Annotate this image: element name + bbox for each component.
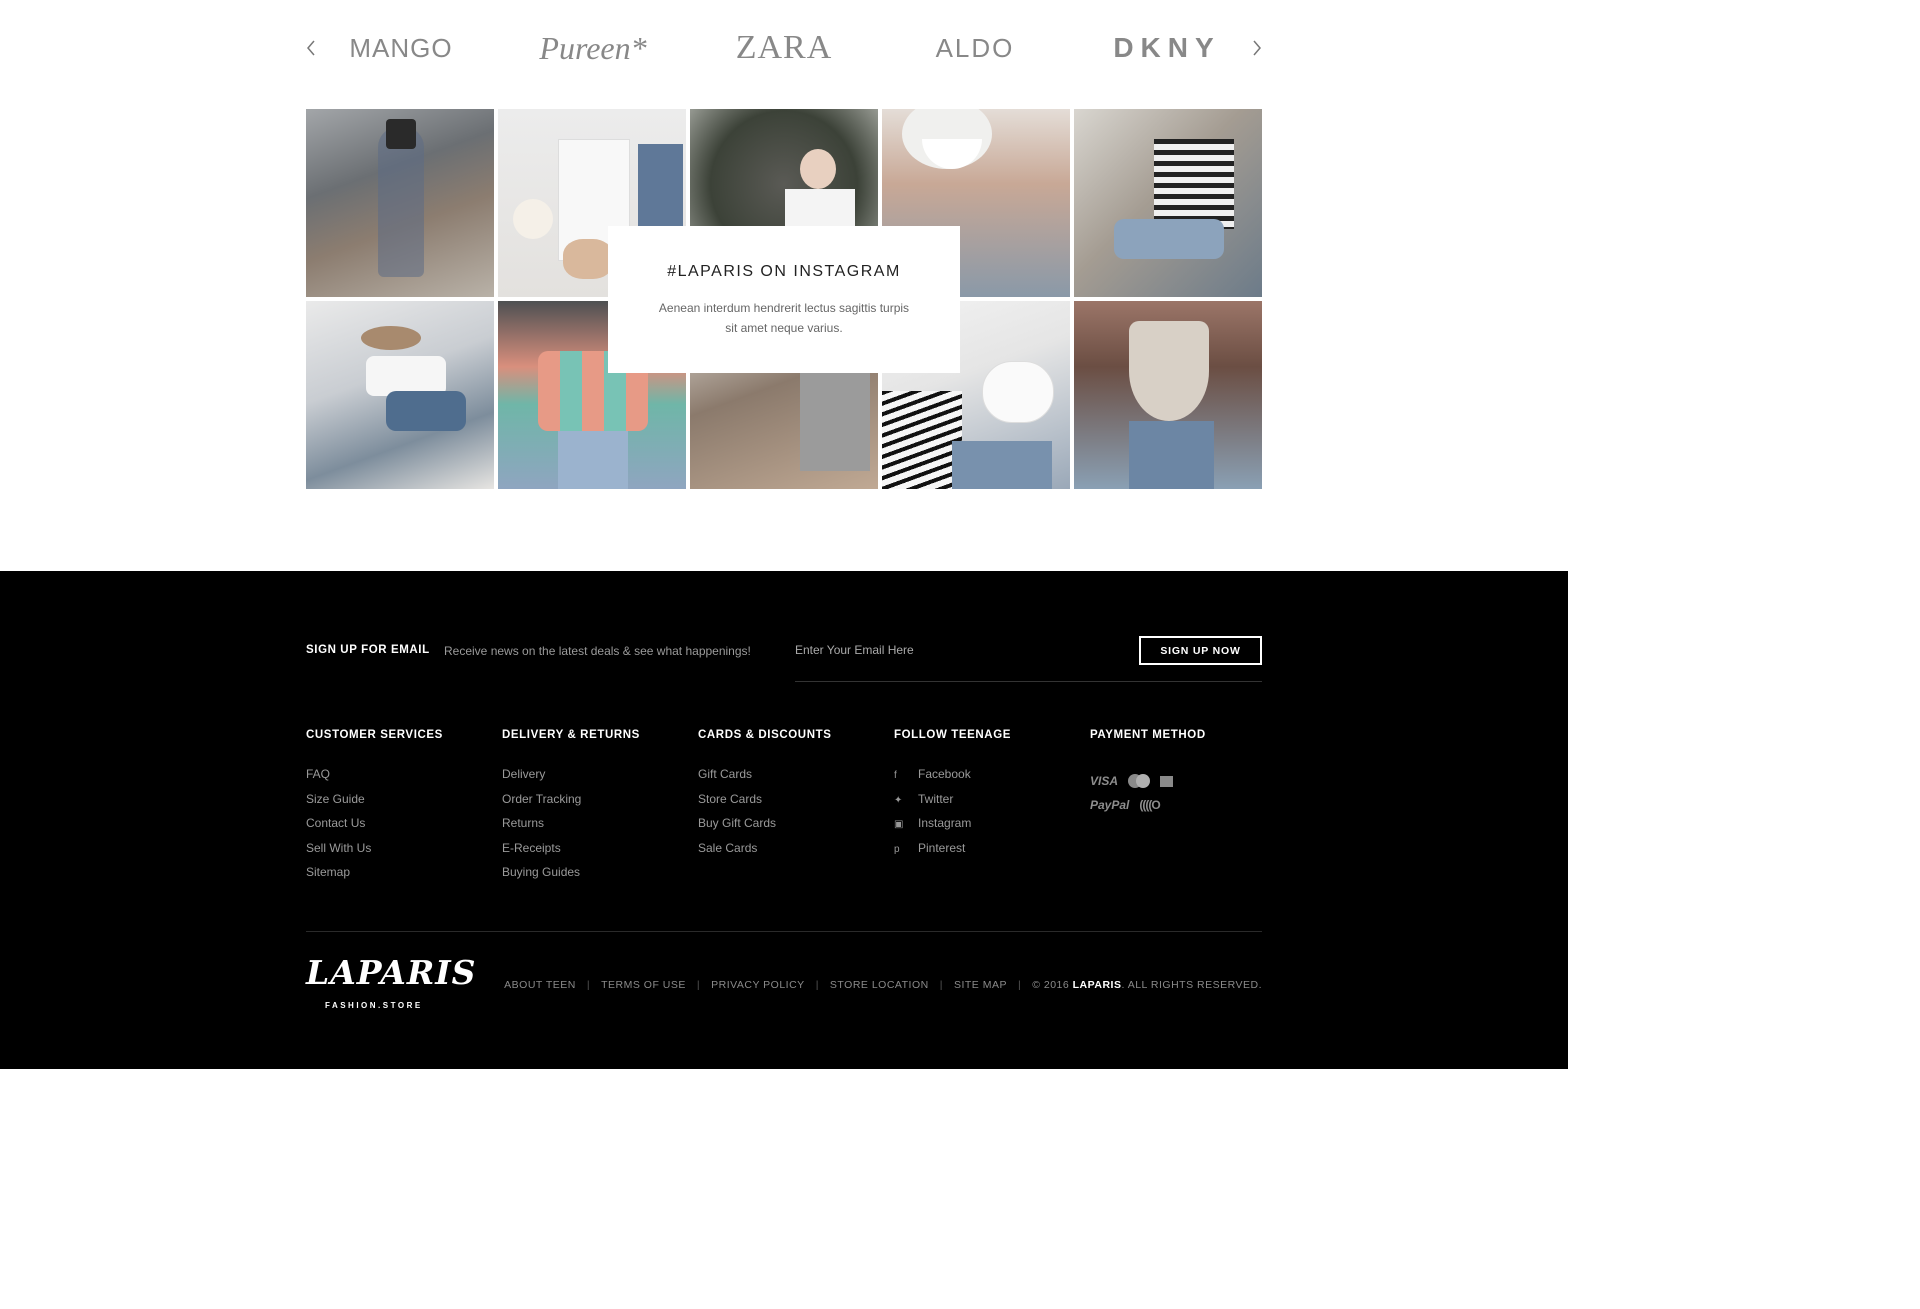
footer-bottom: LAPARIS FASHION.STORE ABOUT TEEN | TERMS… — [306, 953, 1262, 1023]
footer-link-gift-cards[interactable]: Gift Cards — [698, 767, 888, 792]
instagram-photo[interactable] — [1074, 301, 1262, 489]
signup-title: SIGN UP FOR EMAIL — [306, 644, 430, 656]
chevron-right-icon — [1253, 40, 1261, 56]
brand-logo-mango[interactable]: MANGO — [326, 28, 476, 68]
instagram-description: Aenean interdum hendrerit lectus sagitti… — [658, 301, 910, 335]
copyright-year: © 2016 — [1032, 979, 1070, 991]
brand-logo-aldo[interactable]: ALDO — [900, 28, 1050, 68]
contactless-icon: ((((O — [1139, 798, 1160, 812]
column-title: CARDS & DISCOUNTS — [698, 729, 832, 741]
footer-nav-about[interactable]: ABOUT TEEN — [504, 979, 576, 991]
separator: | — [696, 979, 701, 991]
copyright: © 2016 LAPARIS. ALL RIGHTS RESERVED. — [1032, 979, 1262, 991]
footer: SIGN UP FOR EMAIL Receive news on the la… — [0, 571, 1568, 1069]
paypal-icon: PayPal — [1090, 798, 1130, 812]
separator: | — [1017, 979, 1022, 991]
brand-carousel: MANGO Pureen* ZARA ALDO DKNY — [306, 28, 1262, 68]
twitter-icon: ✦ — [894, 794, 903, 806]
chevron-left-icon — [307, 40, 315, 56]
column-title: PAYMENT METHOD — [1090, 729, 1206, 741]
logo-text: LAPARIS — [306, 953, 477, 992]
instagram-title: #LAPARIS ON INSTAGRAM — [667, 263, 901, 280]
social-link-instagram[interactable]: ▣ Instagram — [894, 816, 1084, 841]
footer-link-store-cards[interactable]: Store Cards — [698, 792, 888, 817]
signup-description: Receive news on the latest deals & see w… — [444, 644, 751, 658]
footer-nav-privacy[interactable]: PRIVACY POLICY — [711, 979, 805, 991]
brand-logo-zara[interactable]: ZARA — [709, 28, 859, 68]
social-label: Instagram — [918, 816, 972, 830]
brand-logo-pureen[interactable]: Pureen* — [518, 28, 668, 68]
footer-link-returns[interactable]: Returns — [502, 816, 692, 841]
footer-link-faq[interactable]: FAQ — [306, 767, 496, 792]
amex-icon — [1160, 775, 1174, 787]
separator: | — [939, 979, 943, 991]
delivery-returns-column: DELIVERY & RETURNS Delivery Order Tracki… — [502, 729, 692, 890]
carousel-next-button[interactable] — [1246, 36, 1268, 60]
customer-services-column: CUSTOMER SERVICES FAQ Size Guide Contact… — [306, 729, 496, 890]
instagram-photo[interactable] — [306, 109, 494, 297]
column-title: DELIVERY & RETURNS — [502, 729, 640, 741]
column-title: CUSTOMER SERVICES — [306, 729, 443, 741]
footer-nav: ABOUT TEEN | TERMS OF USE | PRIVACY POLI… — [504, 979, 1262, 991]
footer-link-sale-cards[interactable]: Sale Cards — [698, 841, 888, 866]
footer-nav-site-map[interactable]: SITE MAP — [954, 979, 1007, 991]
logo-subtitle: FASHION.STORE — [325, 1001, 423, 1010]
separator: | — [586, 979, 591, 991]
footer-link-sitemap[interactable]: Sitemap — [306, 865, 496, 890]
social-link-pinterest[interactable]: p Pinterest — [894, 841, 1084, 866]
carousel-prev-button[interactable] — [300, 36, 322, 60]
email-input[interactable] — [795, 635, 1115, 665]
social-label: Twitter — [918, 791, 954, 806]
footer-nav-store-location[interactable]: STORE LOCATION — [830, 979, 929, 991]
copyright-brand: LAPARIS — [1072, 979, 1122, 991]
social-link-twitter[interactable]: ✦ Twitter — [894, 792, 1084, 817]
follow-column: FOLLOW TEENAGE f Facebook ✦ Twitter ▣ Insta… — [894, 729, 1084, 865]
brand-logo-dkny[interactable]: DKNY — [1092, 28, 1242, 68]
footer-divider — [306, 931, 1262, 932]
pinterest-icon: p — [894, 843, 900, 855]
newsletter-signup: SIGN UP FOR EMAIL Receive news on the la… — [306, 635, 1262, 683]
footer-link-buying-guides[interactable]: Buying Guides — [502, 865, 692, 890]
social-label: Pinterest — [918, 840, 966, 855]
instagram-photo[interactable] — [1074, 109, 1262, 297]
footer-link-order-tracking[interactable]: Order Tracking — [502, 792, 692, 817]
site-logo[interactable]: LAPARIS FASHION.STORE — [306, 953, 477, 1010]
footer-link-e-receipts[interactable]: E-Receipts — [502, 841, 692, 866]
email-input-underline — [795, 681, 1262, 682]
facebook-icon: f — [894, 770, 897, 781]
footer-columns: CUSTOMER SERVICES FAQ Size Guide Contact… — [306, 729, 1262, 909]
footer-link-size-guide[interactable]: Size Guide — [306, 792, 496, 817]
payment-column: PAYMENT METHOD VISA PayPal ((((O — [1090, 729, 1280, 817]
copyright-suffix: . ALL RIGHTS RESERVED. — [1121, 979, 1262, 991]
cards-discounts-column: CARDS & DISCOUNTS Gift Cards Store Cards… — [698, 729, 888, 865]
social-label: Facebook — [918, 767, 971, 781]
social-link-facebook[interactable]: f Facebook — [894, 767, 1084, 792]
footer-link-sell-with-us[interactable]: Sell With Us — [306, 841, 496, 866]
instagram-gallery: #LAPARIS ON INSTAGRAM Aenean interdum he… — [306, 109, 1262, 489]
footer-link-contact-us[interactable]: Contact Us — [306, 816, 496, 841]
payment-methods: VISA PayPal ((((O — [1090, 769, 1280, 817]
footer-link-delivery[interactable]: Delivery — [502, 767, 692, 792]
signup-button[interactable]: SIGN UP NOW — [1139, 636, 1262, 665]
mastercard-icon — [1128, 774, 1151, 788]
footer-nav-terms[interactable]: TERMS OF USE — [601, 979, 686, 991]
instagram-photo[interactable] — [306, 301, 494, 489]
instagram-info-card: #LAPARIS ON INSTAGRAM Aenean interdum he… — [608, 226, 960, 373]
column-title: FOLLOW TEENAGE — [894, 729, 1012, 741]
separator: | — [815, 979, 819, 991]
visa-icon: VISA — [1090, 774, 1119, 788]
footer-link-buy-gift-cards[interactable]: Buy Gift Cards — [698, 816, 888, 841]
instagram-icon: ▣ — [894, 819, 904, 830]
